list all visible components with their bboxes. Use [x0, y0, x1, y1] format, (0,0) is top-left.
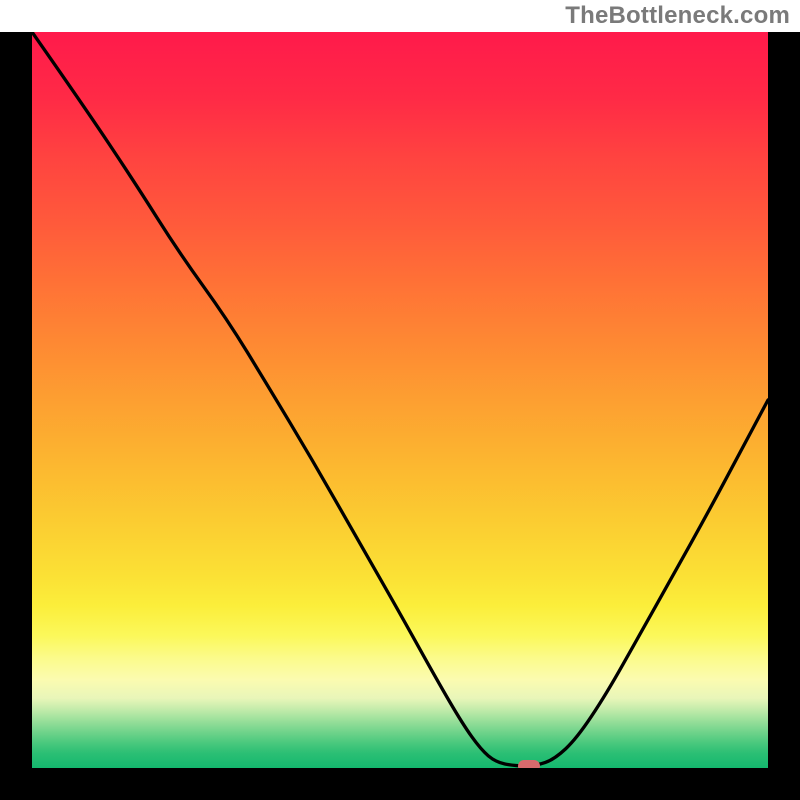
- optimum-marker: [518, 760, 540, 768]
- chart-frame: [0, 32, 800, 800]
- bottleneck-curve: [32, 32, 768, 768]
- watermark-text: TheBottleneck.com: [565, 2, 790, 30]
- plot-area: [32, 32, 768, 768]
